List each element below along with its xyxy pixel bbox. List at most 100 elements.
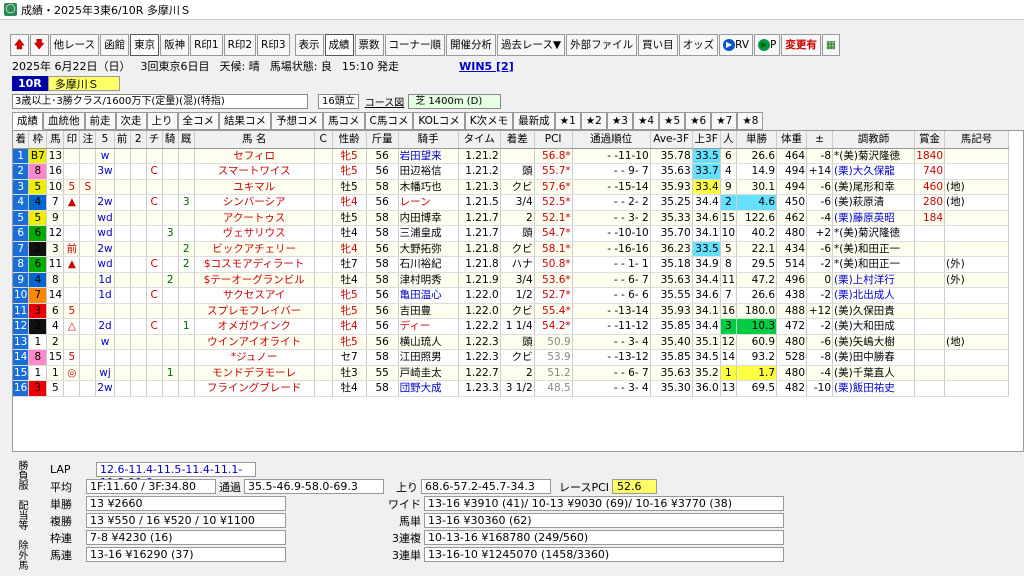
col-header-2[interactable]: 馬 [46, 131, 65, 149]
tab-19[interactable]: ★7 [711, 112, 738, 130]
table-row[interactable]: 13 1 2 w ウインアイオライト 牝5 56 横山琉人 1.22.3 頭 50.9- - 3- … [13, 334, 1010, 350]
grid-icon[interactable]: ▦ [821, 34, 840, 56]
col-header-26[interactable]: 調教師 [832, 131, 916, 149]
col-header-5[interactable]: 5 [95, 131, 115, 149]
hakodate-button[interactable]: 函館 [100, 34, 130, 56]
course-map-link[interactable]: コース図 [365, 94, 405, 109]
cell-28 [944, 303, 1010, 319]
tab-14[interactable]: ★2 [580, 112, 607, 130]
side-tab-payouts[interactable]: 配当等 [14, 495, 29, 535]
odds-button[interactable]: オッズ [678, 34, 719, 56]
col-header-11[interactable]: 馬 名 [194, 131, 315, 149]
col-header-20[interactable]: Ave-3F [650, 131, 693, 149]
table-row[interactable]: 11 3 6 5 スプレモフレイバー 牝5 56 吉田豊 1.22.0 クビ 55.4* - -13-… [13, 303, 1010, 319]
col-header-15[interactable]: 騎手 [398, 131, 459, 149]
tab-2[interactable]: 前走 [84, 112, 116, 130]
tab-9[interactable]: C馬コメ [364, 112, 414, 130]
side-tab-silks[interactable]: 勝負服 [14, 455, 29, 495]
cell-10 [178, 303, 195, 319]
table-row[interactable]: 12 2 4 △ 2d C 1 オメガウインク 牝4 56 ディー 1.22.2 1 1/4 54.2* -… [13, 318, 1010, 335]
tab-8[interactable]: 馬コメ [323, 112, 365, 130]
cell-12 [314, 272, 333, 288]
tab-4[interactable]: 上り [146, 112, 178, 130]
table-row[interactable]: 9 4 8 1d 2 $テーオーグランビル 牡4 58 津村明秀 1.21.9 3/4 53.6* - … [13, 272, 1010, 288]
display-button[interactable]: 表示 [294, 34, 324, 56]
external-file-button[interactable]: 外部ファイル [566, 34, 638, 56]
table-row[interactable]: 4 4 7 ▲ 2w C 3 シンバーシア 牝4 56 レーン 1.21.5 3/4 52.5* - - 2… [13, 194, 1010, 211]
col-header-21[interactable]: 上3F [692, 131, 721, 149]
cell-3 [63, 163, 81, 180]
table-row[interactable]: 10 7 14 1d C サクセスアイ 牝5 56 亀田温心 1.22.0 1/2 52.7* - - … [13, 287, 1010, 304]
corner-order-button[interactable]: コーナー順 [384, 34, 446, 56]
tab-5[interactable]: 全コメ [177, 112, 219, 130]
tab-0[interactable]: 成績 [12, 112, 43, 130]
col-header-8[interactable]: チ [146, 131, 163, 149]
r-mark2-button[interactable]: R印2 [223, 34, 257, 56]
changes-button[interactable]: 変更有 [781, 34, 821, 56]
col-header-19[interactable]: 通過順位 [572, 131, 651, 149]
table-row[interactable]: 1 B7 13 w セフィロ 牝5 56 岩田望来 1.21.2 56.8* - -11-10 35.… [13, 148, 1010, 164]
tab-20[interactable]: ★8 [737, 112, 764, 130]
col-header-25[interactable]: ± [806, 131, 834, 149]
col-header-4[interactable]: 注 [79, 131, 97, 149]
next-race-down-arrow-icon[interactable]: 🡇 [29, 34, 49, 56]
table-row[interactable]: 8 6 11 ▲ wd C 2 $コスモアディラート 牡7 58 石川裕紀 1.21.8 ハナ 50.8*… [13, 256, 1010, 273]
past-race-button[interactable]: 過去レース▼ [497, 34, 566, 56]
hanshin-button[interactable]: 阪神 [160, 34, 190, 56]
votes-button[interactable]: 票数 [354, 34, 384, 56]
p-button[interactable]: ▶ P [754, 34, 781, 56]
tab-10[interactable]: KOLコメ [413, 112, 465, 130]
col-header-0[interactable]: 着 [13, 131, 30, 149]
lap-row: LAP 12.6-11.4-11.5-11.4-11.1-11.3-11.9 [50, 462, 256, 489]
col-header-16[interactable]: タイム [458, 131, 501, 149]
tab-13[interactable]: ★1 [554, 112, 581, 130]
col-header-1[interactable]: 枠 [28, 131, 48, 149]
r-mark1-button[interactable]: R印1 [190, 34, 223, 56]
other-race-button[interactable]: 他レース [49, 34, 100, 56]
r-mark3-button[interactable]: R印3 [257, 34, 290, 56]
table-row[interactable]: 3 5 10 5 S ユキマル 牡5 58 木幡巧也 1.21.3 クビ 57.6* - -15-14 3… [13, 179, 1010, 195]
col-header-17[interactable]: 着差 [500, 131, 535, 149]
col-header-7[interactable]: 2 [130, 131, 147, 149]
bet-button[interactable]: 買い目 [638, 34, 678, 56]
table-row[interactable]: 6 6 12 wd 3 ヴェサリウス 牡4 58 三浦皇成 1.21.7 頭 54.7* - -10-1… [13, 225, 1010, 242]
prev-race-up-arrow-icon[interactable]: 🡅 [10, 34, 29, 56]
tokyo-button[interactable]: 東京 [130, 34, 160, 56]
col-header-14[interactable]: 斤量 [366, 131, 399, 149]
win5-link[interactable]: WIN5 [2] [459, 60, 514, 73]
tab-16[interactable]: ★4 [632, 112, 660, 130]
table-row[interactable]: 16 3 5 2w フライングブレード 牡4 58 団野大成 1.23.3 3 1/2 48.5- … [13, 380, 1010, 397]
cell-4 [79, 241, 97, 257]
col-header-10[interactable]: 厩 [178, 131, 195, 149]
table-row[interactable]: 5 5 9 wd アクートゥス 牡5 58 内田博幸 1.21.7 2 52.1* - - 3- 23… [13, 210, 1010, 226]
table-row[interactable]: 7 2 3 前 2w 2 ビックアチェリー 牝4 56 大野拓弥 1.21.8 クビ 58.1* - -1… [13, 241, 1010, 257]
col-header-27[interactable]: 賞金 [914, 131, 946, 149]
tab-15[interactable]: ★3 [606, 112, 633, 130]
tab-12[interactable]: 最新成 [513, 112, 555, 130]
tab-18[interactable]: ★6 [685, 112, 712, 130]
tab-17[interactable]: ★5 [659, 112, 686, 130]
col-header-22[interactable]: 人 [720, 131, 738, 149]
table-row[interactable]: 15 1 1 ◎ wj 1 モンドデラモーレ 牡3 55 戸崎圭太 1.22.7 2 51.2- - 6… [13, 365, 1010, 381]
col-header-13[interactable]: 性齢 [332, 131, 367, 149]
table-row[interactable]: 14 8 15 5 *ジュノー セ7 58 江田照男 1.22.3 クビ 53.9- -13-12 3… [13, 349, 1010, 366]
col-header-23[interactable]: 単勝 [736, 131, 778, 149]
side-tab-scratched[interactable]: 除外馬 [14, 535, 29, 575]
tab-1[interactable]: 血統他 [43, 112, 85, 130]
col-header-24[interactable]: 体重 [776, 131, 808, 149]
tab-3[interactable]: 次走 [115, 112, 147, 130]
tab-6[interactable]: 結果コメ [219, 112, 271, 130]
col-header-28[interactable]: 馬記号 [944, 131, 1010, 149]
col-header-6[interactable]: 前 [114, 131, 131, 149]
col-header-18[interactable]: PCI [534, 131, 573, 149]
col-header-12[interactable]: C [314, 131, 333, 149]
tab-11[interactable]: K次メモ [464, 112, 514, 130]
rv-button[interactable]: ▶ RV [719, 34, 753, 56]
col-header-9[interactable]: 騎 [162, 131, 179, 149]
meeting-analysis-button[interactable]: 開催分析 [446, 34, 497, 56]
results-button[interactable]: 成績 [324, 34, 354, 56]
table-row[interactable]: 2 8 16 3w C スマートワイス 牝5 56 田辺裕信 1.21.2 頭 55.7* - - 9-… [13, 163, 1010, 180]
cell-14: 56 [366, 318, 399, 335]
col-header-3[interactable]: 印 [63, 131, 81, 149]
tab-7[interactable]: 予想コメ [271, 112, 323, 130]
